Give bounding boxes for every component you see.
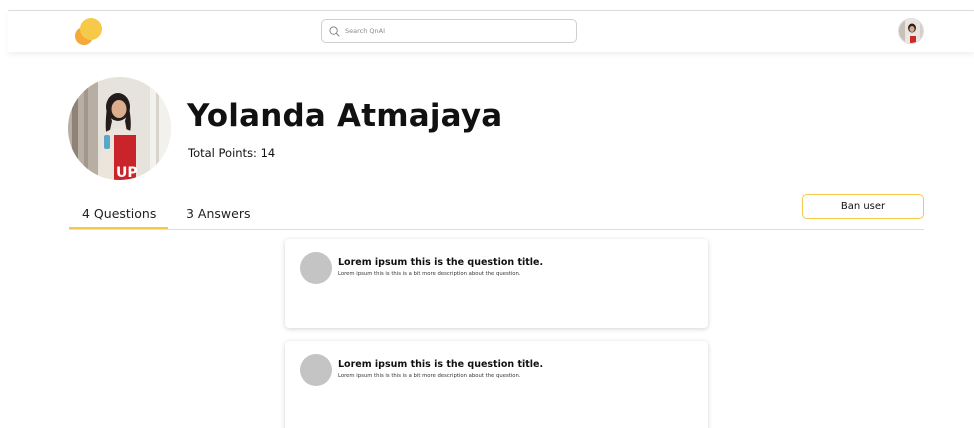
question-card[interactable]: Lorem ipsum this is the question title. …: [285, 341, 708, 428]
search-input[interactable]: [345, 27, 565, 35]
chat-bubbles-icon[interactable]: [72, 17, 104, 47]
tabs-divider: [69, 229, 924, 230]
profile-photo: UP: [68, 77, 171, 180]
question-author-avatar: [300, 252, 332, 284]
profile-name: Yolanda Atmajaya: [187, 98, 503, 134]
question-card[interactable]: Lorem ipsum this is the question title. …: [285, 239, 708, 328]
total-points: Total Points: 14: [188, 146, 276, 160]
question-description: Lorem ipsum this is this is a bit more d…: [338, 271, 521, 277]
search-icon: [329, 25, 340, 37]
user-avatar[interactable]: [898, 18, 924, 44]
ban-user-button[interactable]: Ban user: [802, 194, 924, 219]
top-navbar: [8, 11, 974, 52]
question-description: Lorem ipsum this is this is a bit more d…: [338, 373, 521, 379]
question-title[interactable]: Lorem ipsum this is the question title.: [338, 359, 543, 370]
tab-answers[interactable]: 3 Answers: [186, 206, 250, 221]
tab-questions[interactable]: 4 Questions: [82, 206, 156, 221]
search-bar[interactable]: [321, 19, 577, 43]
svg-text:UP: UP: [116, 165, 138, 180]
question-author-avatar: [300, 354, 332, 386]
question-title[interactable]: Lorem ipsum this is the question title.: [338, 257, 543, 268]
